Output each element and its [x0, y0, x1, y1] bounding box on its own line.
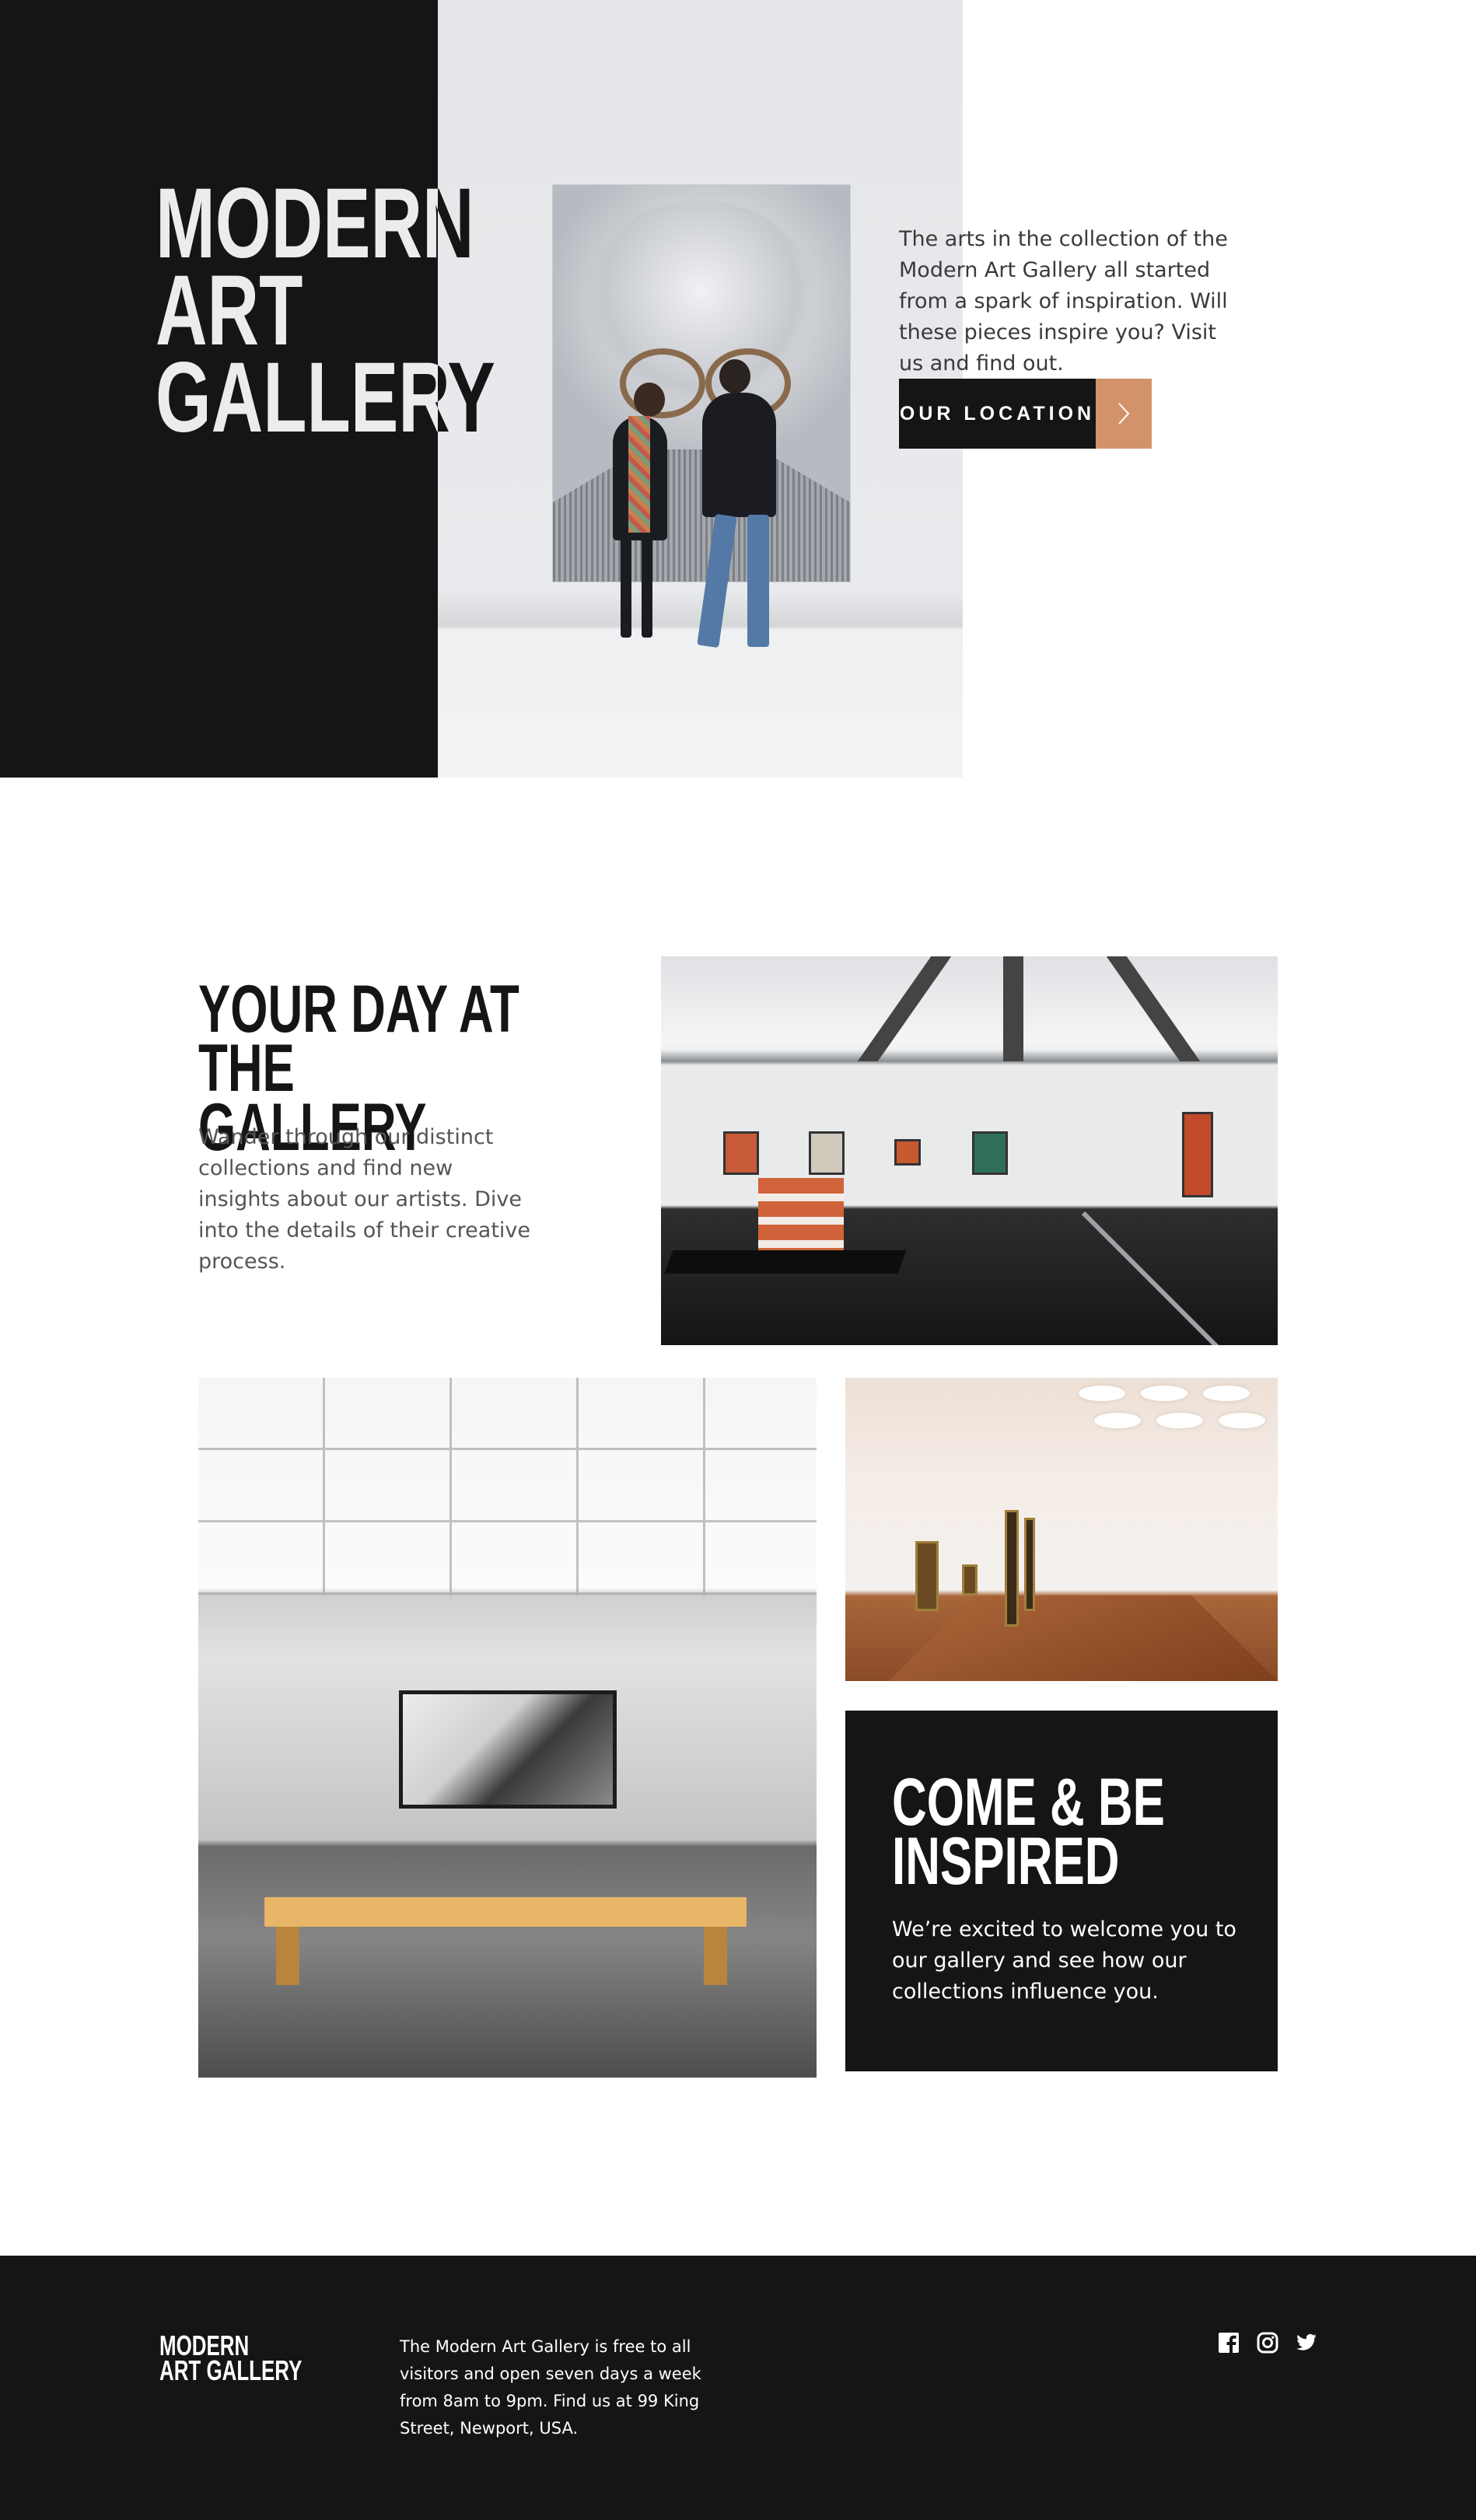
footer: Modern Art Gallery The Modern Art Galler…	[0, 2256, 1476, 2520]
footer-logo-line2: Art Gallery	[159, 2354, 303, 2386]
hero-title: Modern Art Gallery	[156, 174, 438, 448]
hero-title-overlay-text: Modern Art Gallery	[438, 174, 495, 453]
hero-title-line2: Art Gallery	[156, 255, 438, 453]
gallery-hall-image	[661, 956, 1278, 1345]
gallery-day-description: Wander through our distinct collections …	[198, 1125, 531, 1274]
gallery-bench-image	[198, 1378, 817, 2078]
inspire-card: Come & be inspired We’re excited to welc…	[845, 1711, 1278, 2071]
our-location-button[interactable]: OUR LOCATION	[899, 379, 1152, 449]
inspire-title-line2: inspired	[892, 1824, 1120, 1899]
gallery-corridor-image	[845, 1378, 1278, 1681]
chevron-right-icon[interactable]	[1096, 379, 1152, 449]
inspire-description: We’re excited to welcome you to our gall…	[892, 1917, 1236, 2004]
inspire-title: Come & be inspired	[892, 1769, 1228, 1895]
our-location-label: OUR LOCATION	[899, 402, 1096, 425]
hero-description: The arts in the collection of the Modern…	[899, 227, 1228, 376]
footer-logo[interactable]: Modern Art Gallery	[159, 2332, 327, 2386]
facebook-icon[interactable]	[1218, 2332, 1240, 2354]
twitter-icon[interactable]	[1296, 2332, 1317, 2354]
our-location-label-box[interactable]: OUR LOCATION	[899, 379, 1096, 449]
footer-info: The Modern Art Gallery is free to all vi…	[400, 2337, 701, 2438]
social-links	[1218, 2332, 1317, 2354]
hero-title-wrapper: Modern Art Gallery	[0, 0, 438, 778]
instagram-icon[interactable]	[1257, 2332, 1278, 2354]
